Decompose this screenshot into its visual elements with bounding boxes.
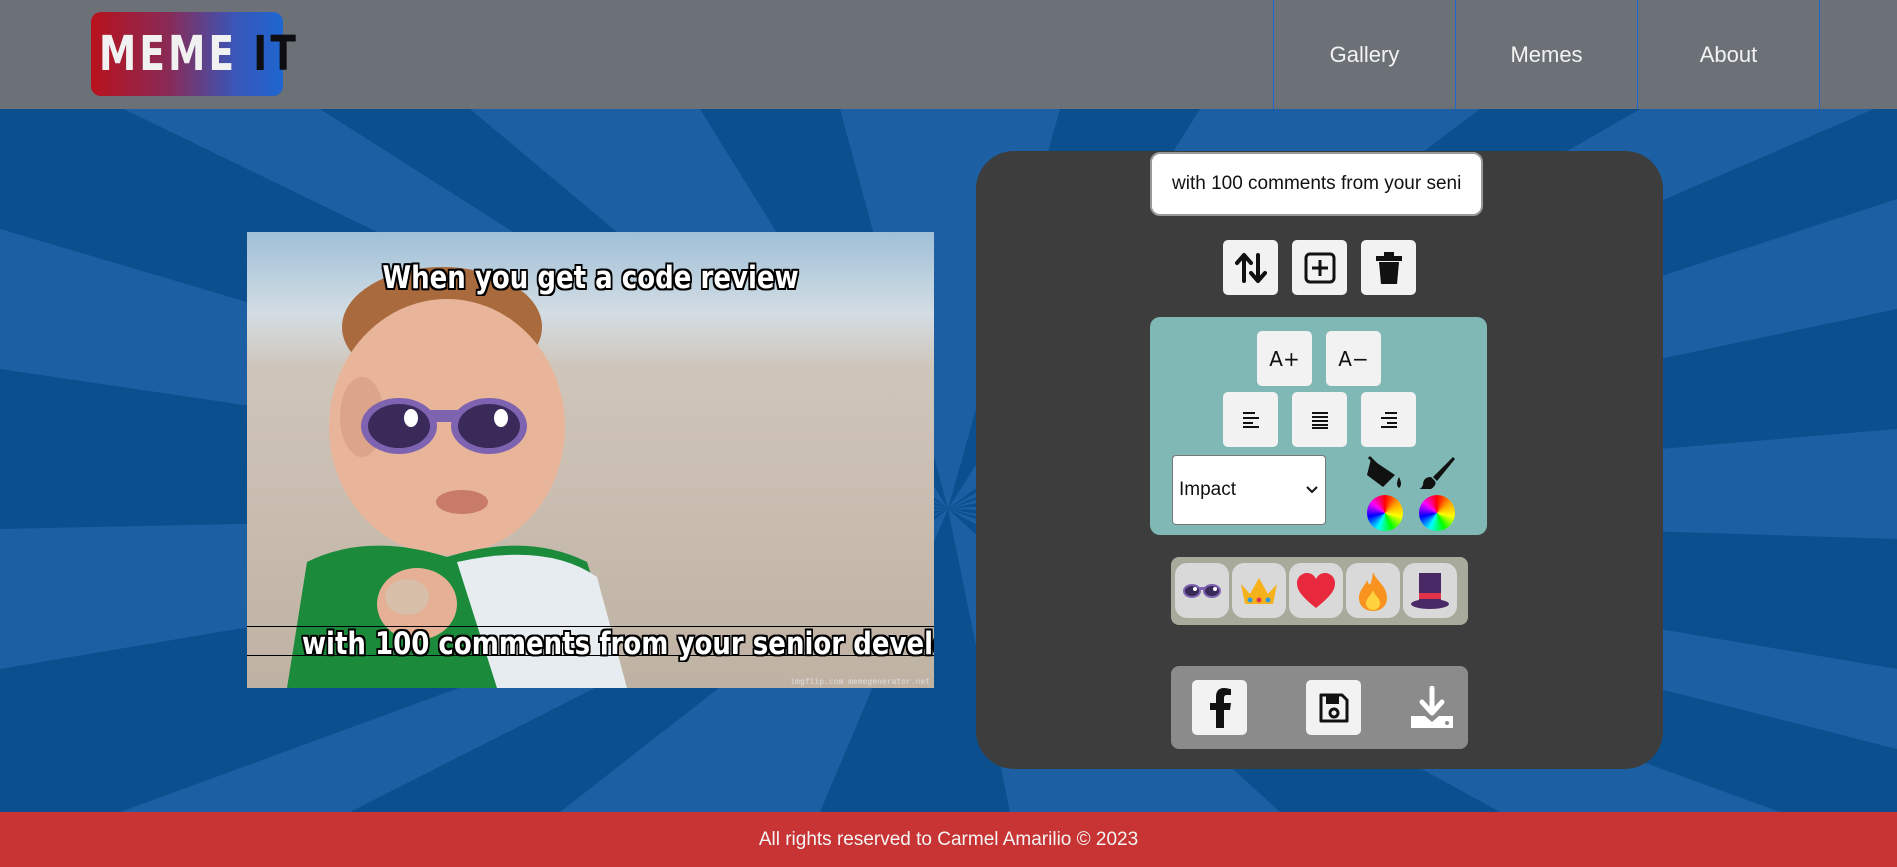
align-center-icon xyxy=(1311,411,1328,429)
swap-arrows-icon xyxy=(1234,252,1267,283)
logo-text-part2: IT xyxy=(253,26,300,82)
logo-text-part1: MEME xyxy=(99,26,254,82)
save-button[interactable] xyxy=(1306,680,1361,735)
sticker-crown[interactable] xyxy=(1232,563,1286,618)
sticker-sunglasses[interactable] xyxy=(1175,563,1229,618)
font-increase-label: A+ xyxy=(1269,346,1300,371)
paint-bucket-icon xyxy=(1367,455,1401,488)
align-left-button[interactable] xyxy=(1223,392,1278,447)
chevron-down-icon xyxy=(1306,486,1318,494)
meme-watermark: imgflip.com memegenerator.net xyxy=(790,677,930,686)
font-family-value: Impact xyxy=(1179,479,1237,500)
floppy-disk-icon xyxy=(1319,693,1348,722)
editor-panel: A+ A− Impact xyxy=(976,151,1663,769)
align-center-button[interactable] xyxy=(1292,392,1347,447)
meme-text-input[interactable] xyxy=(1150,152,1483,216)
font-increase-button[interactable]: A+ xyxy=(1257,331,1312,386)
delete-line-button[interactable] xyxy=(1361,240,1416,295)
logo[interactable]: MEME IT xyxy=(91,12,296,96)
plus-square-icon xyxy=(1304,252,1335,283)
meme-top-text[interactable]: When you get a code review xyxy=(302,260,879,296)
sticker-bar xyxy=(1171,557,1468,625)
fire-icon xyxy=(1359,571,1387,611)
nav-gallery[interactable]: Gallery xyxy=(1273,0,1455,109)
stroke-color-wheel xyxy=(1419,495,1455,531)
footer: All rights reserved to Carmel Amarilio ©… xyxy=(0,812,1897,867)
align-right-button[interactable] xyxy=(1361,392,1416,447)
facebook-share-button[interactable] xyxy=(1192,680,1247,735)
stroke-color-picker[interactable] xyxy=(1414,455,1460,535)
heart-icon xyxy=(1297,572,1335,608)
nav-memes[interactable]: Memes xyxy=(1455,0,1637,109)
crown-icon xyxy=(1241,577,1277,604)
align-right-icon xyxy=(1380,411,1397,428)
meme-bottom-text[interactable]: with 100 comments from your senior devel… xyxy=(302,626,934,662)
nav-spacer xyxy=(1819,0,1897,109)
logo-text: MEME IT xyxy=(99,26,299,82)
sunglasses-icon xyxy=(1183,583,1221,598)
align-left-icon xyxy=(1242,411,1259,428)
nav-about[interactable]: About xyxy=(1637,0,1819,109)
fill-color-picker[interactable] xyxy=(1362,455,1408,535)
app-header: MEME IT Gallery Memes About xyxy=(0,0,1897,109)
sticker-heart[interactable] xyxy=(1289,563,1343,618)
top-hat-icon xyxy=(1411,572,1449,609)
add-line-button[interactable] xyxy=(1292,240,1347,295)
download-button[interactable] xyxy=(1407,683,1457,733)
font-family-select[interactable]: Impact xyxy=(1172,455,1326,525)
meme-photo xyxy=(247,232,934,688)
sticker-top-hat[interactable] xyxy=(1403,563,1457,618)
paint-brush-icon xyxy=(1419,457,1455,489)
facebook-icon xyxy=(1209,687,1231,728)
text-style-group: A+ A− Impact xyxy=(1150,317,1487,535)
meme-canvas[interactable]: When you get a code review with 100 comm… xyxy=(247,232,934,688)
copyright-text: All rights reserved to Carmel Amarilio ©… xyxy=(758,828,1139,850)
font-decrease-button[interactable]: A− xyxy=(1326,331,1381,386)
font-decrease-label: A− xyxy=(1338,346,1369,371)
share-bar xyxy=(1171,666,1468,749)
main-nav: Gallery Memes About xyxy=(1273,0,1897,109)
trash-icon xyxy=(1375,251,1402,284)
download-icon xyxy=(1411,686,1453,728)
switch-line-button[interactable] xyxy=(1223,240,1278,295)
sticker-fire[interactable] xyxy=(1346,563,1400,618)
sunglasses-sticker[interactable] xyxy=(359,396,529,466)
fill-color-wheel xyxy=(1367,495,1403,531)
